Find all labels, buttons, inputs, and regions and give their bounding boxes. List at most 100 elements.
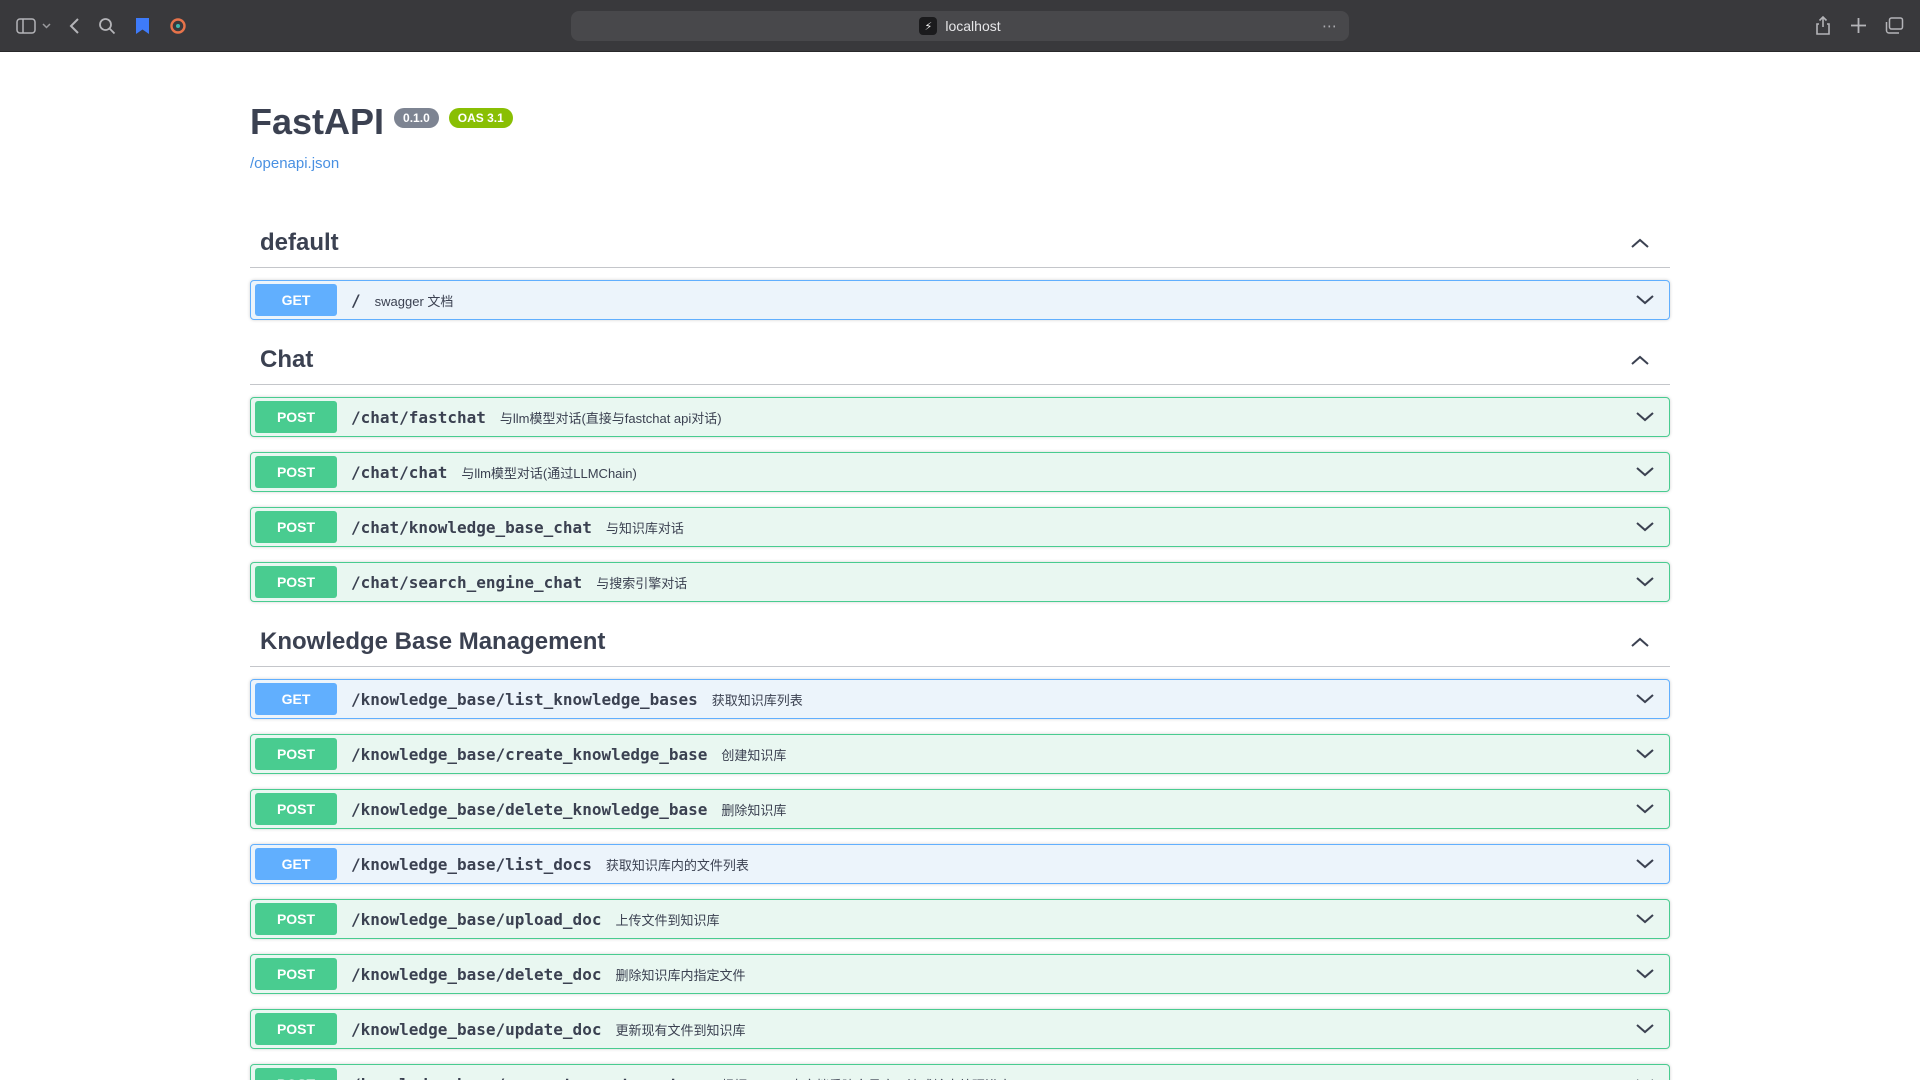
operation-row[interactable]: POST /knowledge_base/upload_doc 上传文件到知识库 xyxy=(250,899,1670,939)
address-bar[interactable]: ⚡ localhost ⋯ xyxy=(571,11,1349,41)
operation-summary: 上传文件到知识库 xyxy=(615,910,719,929)
chevron-down-icon[interactable] xyxy=(1635,913,1655,925)
chevron-down-icon[interactable] xyxy=(1635,748,1655,760)
chevron-down-icon[interactable] xyxy=(1635,803,1655,815)
operation-row[interactable]: POST /chat/chat 与llm模型对话(通过LLMChain) xyxy=(250,452,1670,492)
chevron-down-icon[interactable] xyxy=(1635,693,1655,705)
operation-path: /knowledge_base/delete_knowledge_base xyxy=(351,800,707,819)
method-badge: POST xyxy=(255,1068,337,1080)
operation-row[interactable]: POST /knowledge_base/create_knowledge_ba… xyxy=(250,734,1670,774)
tab-overview-icon[interactable] xyxy=(1885,17,1904,34)
operation-summary: 与llm模型对话(直接与fastchat api对话) xyxy=(500,408,722,427)
chevron-down-icon[interactable] xyxy=(1635,411,1655,423)
chevron-down-icon[interactable] xyxy=(1635,521,1655,533)
operation-path: /chat/chat xyxy=(351,463,447,482)
section-header[interactable]: Knowledge Base Management xyxy=(250,617,1670,667)
chevron-up-icon[interactable] xyxy=(1630,354,1650,366)
operation-row[interactable]: POST /chat/knowledge_base_chat 与知识库对话 xyxy=(250,507,1670,547)
chevron-down-icon[interactable] xyxy=(42,23,51,29)
operation-summary: 根据content中文档重建向量库，流式输出处理进度。 xyxy=(721,1075,1024,1080)
operation-row[interactable]: POST /knowledge_base/delete_knowledge_ba… xyxy=(250,789,1670,829)
operation-path: /knowledge_base/delete_doc xyxy=(351,965,601,984)
method-badge: GET xyxy=(255,683,337,715)
operation-path: /knowledge_base/list_docs xyxy=(351,855,592,874)
operation-path: /chat/knowledge_base_chat xyxy=(351,518,592,537)
method-badge: POST xyxy=(255,738,337,770)
api-title-text: FastAPI xyxy=(250,100,384,144)
method-badge: POST xyxy=(255,958,337,990)
operation-summary: 与llm模型对话(通过LLMChain) xyxy=(461,463,637,482)
method-badge: POST xyxy=(255,511,337,543)
method-badge: POST xyxy=(255,1013,337,1045)
operation-path: / xyxy=(351,291,361,310)
operation-row[interactable]: GET /knowledge_base/list_knowledge_bases… xyxy=(250,679,1670,719)
chevron-up-icon[interactable] xyxy=(1630,237,1650,249)
sections: default GET / swagger 文档 Chat xyxy=(250,218,1670,1080)
chevron-down-icon[interactable] xyxy=(1635,576,1655,588)
new-tab-icon[interactable] xyxy=(1850,17,1867,34)
method-badge: POST xyxy=(255,401,337,433)
openapi-spec-link[interactable]: /openapi.json xyxy=(250,152,339,176)
method-badge: POST xyxy=(255,903,337,935)
method-badge: POST xyxy=(255,456,337,488)
operation-path: /chat/search_engine_chat xyxy=(351,573,582,592)
page-title: FastAPI 0.1.0 OAS 3.1 xyxy=(250,100,1670,144)
operation-summary: 与知识库对话 xyxy=(606,518,684,537)
operation-summary: 与搜索引擎对话 xyxy=(596,573,687,592)
page-menu-icon[interactable]: ⋯ xyxy=(1320,16,1340,36)
api-info: FastAPI 0.1.0 OAS 3.1 /openapi.json xyxy=(250,52,1670,206)
operation-list: POST /chat/fastchat 与llm模型对话(直接与fastchat… xyxy=(250,385,1670,602)
oas-badge: OAS 3.1 xyxy=(449,108,513,128)
operation-summary: 获取知识库内的文件列表 xyxy=(606,855,749,874)
api-section: Chat POST /chat/fastchat 与llm模型对话(直接与fas… xyxy=(250,335,1670,602)
chevron-down-icon[interactable] xyxy=(1635,1023,1655,1035)
api-section: Knowledge Base Management GET /knowledge… xyxy=(250,617,1670,1080)
operation-row[interactable]: POST /chat/search_engine_chat 与搜索引擎对话 xyxy=(250,562,1670,602)
operation-row[interactable]: POST /knowledge_base/delete_doc 删除知识库内指定… xyxy=(250,954,1670,994)
swagger-page: FastAPI 0.1.0 OAS 3.1 /openapi.json defa… xyxy=(230,52,1690,1080)
chevron-down-icon[interactable] xyxy=(1635,466,1655,478)
section-header[interactable]: Chat xyxy=(250,335,1670,385)
chevron-down-icon[interactable] xyxy=(1635,294,1655,306)
method-badge: GET xyxy=(255,284,337,316)
operation-list: GET /knowledge_base/list_knowledge_bases… xyxy=(250,667,1670,1080)
version-badge: 0.1.0 xyxy=(394,108,439,128)
chevron-down-icon[interactable] xyxy=(1635,968,1655,980)
section-title: default xyxy=(260,228,339,257)
operation-path: /knowledge_base/update_doc xyxy=(351,1020,601,1039)
operation-summary: 更新现有文件到知识库 xyxy=(615,1020,745,1039)
site-favicon-icon: ⚡ xyxy=(919,17,937,35)
sidebar-toggle-icon[interactable] xyxy=(16,18,36,34)
operation-path: /knowledge_base/create_knowledge_base xyxy=(351,745,707,764)
operation-list: GET / swagger 文档 xyxy=(250,268,1670,320)
operation-row[interactable]: GET /knowledge_base/list_docs 获取知识库内的文件列… xyxy=(250,844,1670,884)
orange-pinned-tab-icon[interactable] xyxy=(169,17,187,35)
chevron-down-icon[interactable] xyxy=(1635,858,1655,870)
section-title: Chat xyxy=(260,345,313,374)
method-badge: POST xyxy=(255,793,337,825)
share-icon[interactable] xyxy=(1814,16,1832,36)
method-badge: POST xyxy=(255,566,337,598)
operation-row[interactable]: POST /chat/fastchat 与llm模型对话(直接与fastchat… xyxy=(250,397,1670,437)
operation-path: /chat/fastchat xyxy=(351,408,486,427)
operation-path: /knowledge_base/list_knowledge_bases xyxy=(351,690,698,709)
operation-path: /knowledge_base/upload_doc xyxy=(351,910,601,929)
section-header[interactable]: default xyxy=(250,218,1670,268)
browser-toolbar: ⚡ localhost ⋯ xyxy=(0,0,1920,52)
toolbar-right xyxy=(1814,16,1904,36)
api-section: default GET / swagger 文档 xyxy=(250,218,1670,320)
operation-summary: 删除知识库内指定文件 xyxy=(615,965,745,984)
back-icon[interactable] xyxy=(69,17,80,35)
operation-summary: 获取知识库列表 xyxy=(712,690,803,709)
blue-pinned-tab-icon[interactable] xyxy=(134,17,151,35)
operation-summary: swagger 文档 xyxy=(375,291,454,310)
operation-row[interactable]: POST /knowledge_base/recreate_vector_sto… xyxy=(250,1064,1670,1080)
method-badge: GET xyxy=(255,848,337,880)
operation-path: /knowledge_base/recreate_vector_store xyxy=(351,1075,707,1080)
section-title: Knowledge Base Management xyxy=(260,627,605,656)
operation-row[interactable]: POST /knowledge_base/update_doc 更新现有文件到知… xyxy=(250,1009,1670,1049)
operation-row[interactable]: GET / swagger 文档 xyxy=(250,280,1670,320)
chevron-up-icon[interactable] xyxy=(1630,636,1650,648)
search-icon[interactable] xyxy=(98,17,116,35)
operation-summary: 创建知识库 xyxy=(721,745,786,764)
